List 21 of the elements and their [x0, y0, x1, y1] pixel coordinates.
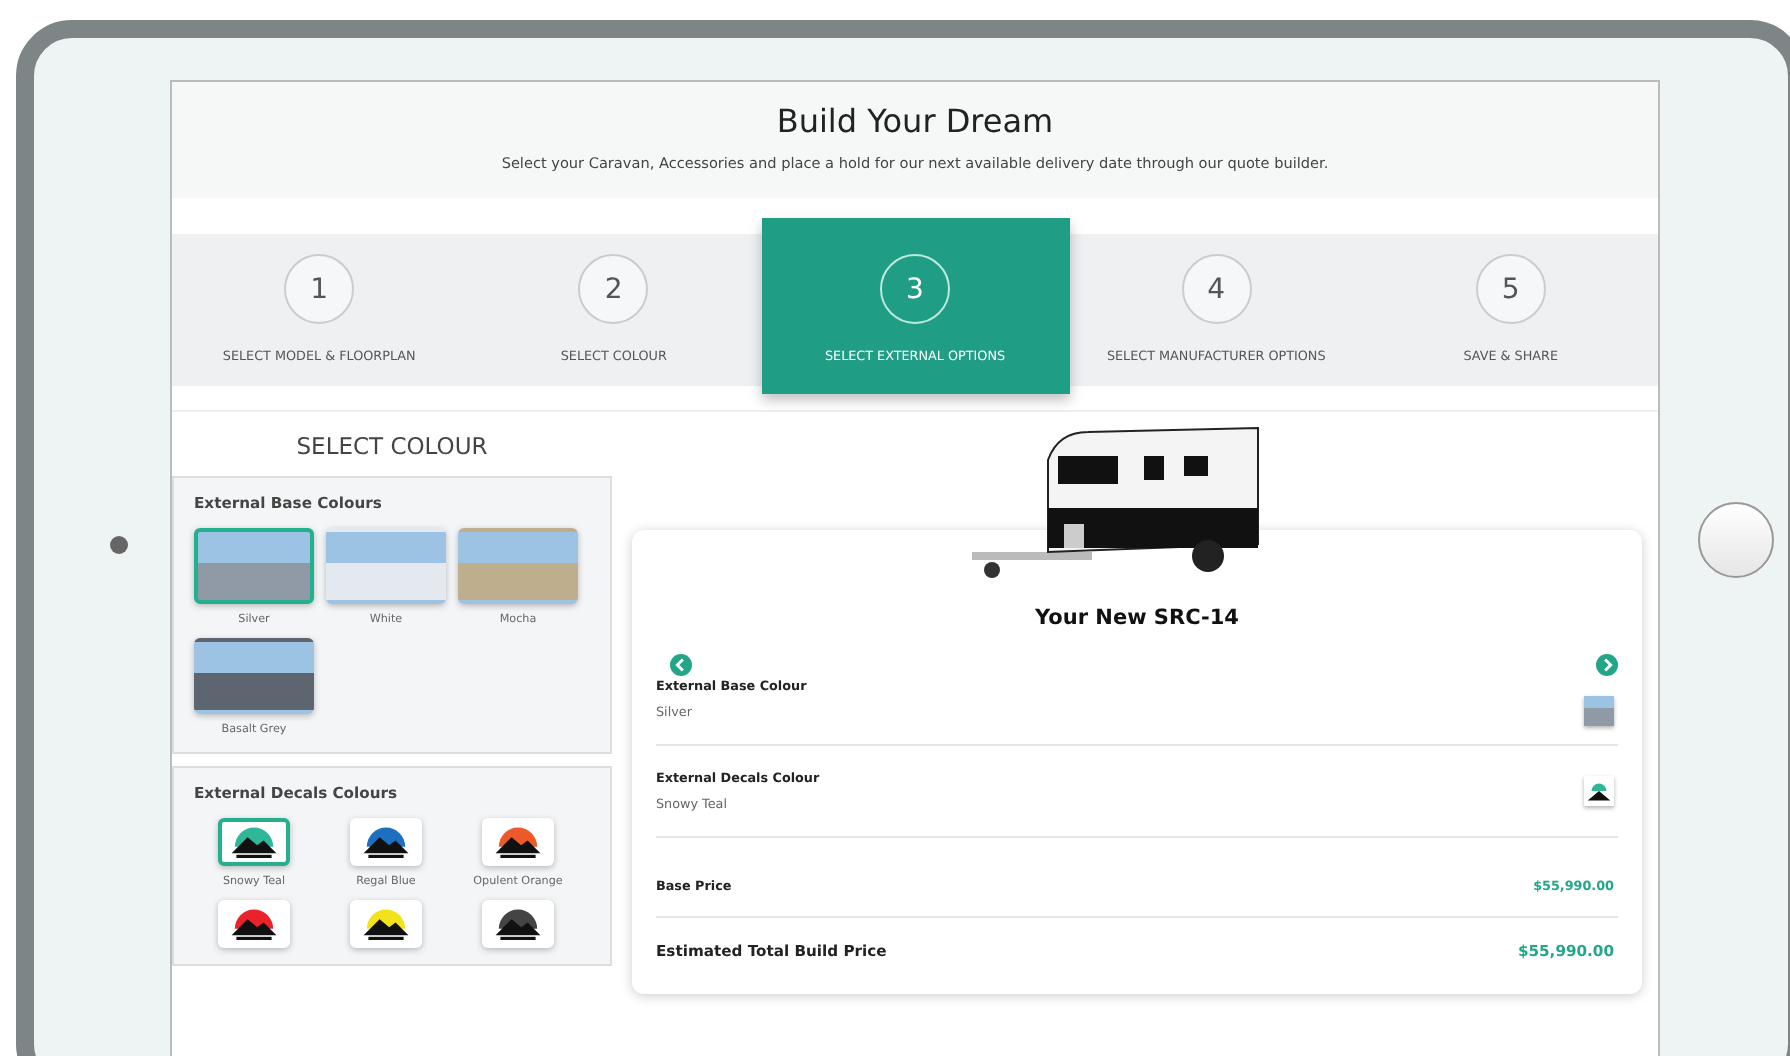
- decal-swatch[interactable]: [482, 900, 554, 948]
- page-title: Build Your Dream: [776, 102, 1054, 140]
- colour-swatch[interactable]: [326, 528, 446, 604]
- decal-swatch[interactable]: [218, 818, 290, 866]
- decal-swatch[interactable]: [350, 818, 422, 866]
- home-button[interactable]: [1698, 502, 1774, 578]
- step-number: 5: [1475, 254, 1546, 324]
- decal-swatch[interactable]: [218, 900, 290, 948]
- step-number: 3: [880, 254, 950, 324]
- summary-title: Your New SRC-14: [1033, 606, 1241, 630]
- colour-swatch[interactable]: [194, 528, 314, 604]
- decal-swatch[interactable]: [482, 818, 554, 866]
- colour-swatch[interactable]: [458, 528, 578, 604]
- decal-swatch[interactable]: [350, 900, 422, 948]
- decal-thumbnail: [1584, 776, 1614, 806]
- camera-icon: [110, 536, 128, 554]
- colour-swatch[interactable]: [194, 638, 314, 714]
- sidebar-title: SELECT COLOUR: [294, 430, 490, 464]
- step-number: 1: [284, 254, 355, 324]
- step-number: 2: [578, 254, 649, 324]
- step-number: 4: [1181, 254, 1252, 324]
